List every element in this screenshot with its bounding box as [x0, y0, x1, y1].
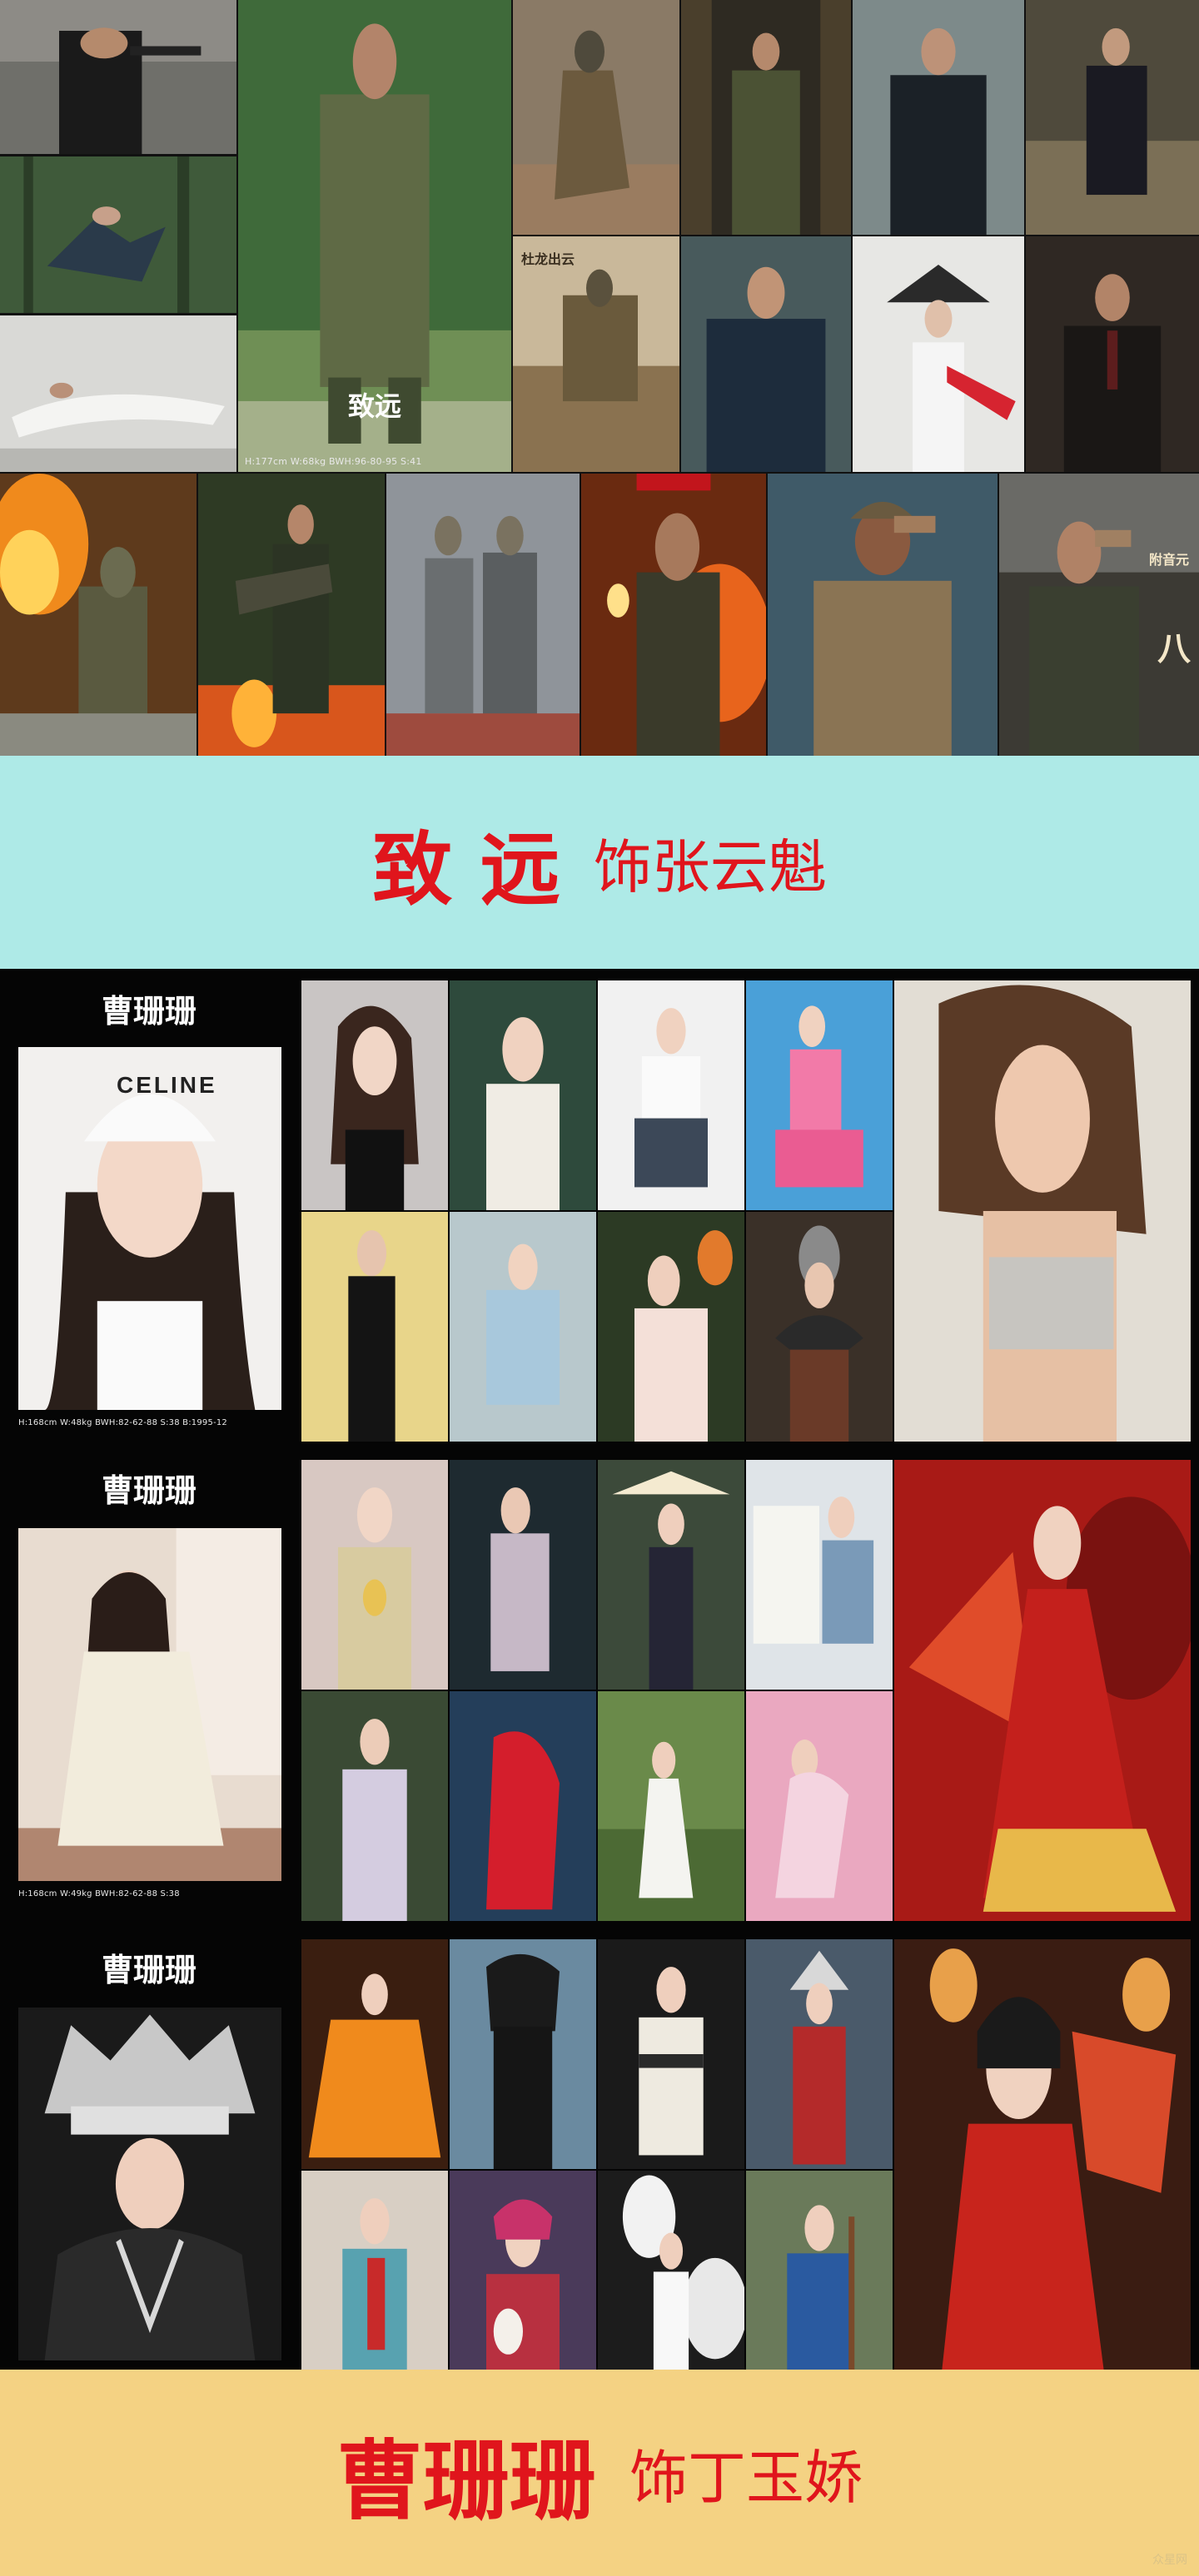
- photo-actor-camo-main: 致远 H:177cm W:68kg BWH:96-80-95 S:41: [238, 0, 511, 472]
- photo-actress-r1-a: [301, 980, 448, 1210]
- photo-actor-navy-shirt: [681, 236, 851, 472]
- photo-actress-r2-d: [746, 1460, 893, 1690]
- photo-actress-r1-g: [598, 1212, 744, 1442]
- photo-actress-r3-a: [301, 1939, 448, 2169]
- photo-actress-beige-dress: [18, 1528, 281, 1881]
- photo-actor-bamboo-hat: [853, 236, 1024, 472]
- photo-actor-officer-uniform: [681, 0, 851, 235]
- photo-actress-r1-b: [450, 980, 596, 1210]
- photo-actress-r2-c: [598, 1460, 744, 1690]
- photo-actress-r1-h: [746, 1212, 893, 1442]
- photo-actress-r1-f: [450, 1212, 596, 1442]
- photo-actor-soldier-water: [513, 0, 679, 235]
- banner-role-name: 饰张云魁: [593, 832, 827, 901]
- banner-actor-name: 致 远: [372, 821, 560, 916]
- photo-actress-silver-headdress: [18, 2008, 281, 2360]
- actress-name-2: 曹珊珊: [101, 1472, 197, 1509]
- photo-actor-suit-tie: [1026, 236, 1199, 472]
- actor-name-label: 致远: [347, 390, 401, 422]
- actress-name-1: 曹珊珊: [101, 993, 197, 1030]
- photo-actress-r3-f: [450, 2171, 596, 2370]
- photo-war-poster-salute: 附音元 八: [999, 474, 1199, 756]
- role-banner-2: 曹珊珊 饰丁玉娇 众星网: [0, 2370, 1199, 2576]
- photo-actress-r2-a: [301, 1460, 448, 1690]
- photo-actor-dark-suit: [853, 0, 1024, 235]
- photo-actor-dark-shirt: [1026, 0, 1199, 235]
- actor-stats: H:177cm W:68kg BWH:96-80-95 S:41: [245, 456, 422, 467]
- poster-title-c: 杜龙出云: [521, 251, 575, 267]
- photo-actress-r1-d: [746, 980, 893, 1210]
- photo-actress-r2-e: [301, 1691, 448, 1921]
- cap-logo: CELINE: [117, 1072, 217, 1098]
- photo-actress-white-cap: CELINE: [18, 1047, 281, 1410]
- photo-actress-r3-b: [450, 1939, 596, 2169]
- banner-actor-name-2: 曹珊珊: [336, 2429, 596, 2532]
- photo-actress-r1-large: [894, 980, 1191, 1442]
- photo-actor-white-robe: [0, 315, 236, 472]
- photo-actress-r2-g: [598, 1691, 744, 1921]
- photo-actress-r3-g: [598, 2171, 744, 2370]
- watermark-logo: 众星网: [1152, 2554, 1187, 2567]
- photo-actress-r3-c: [598, 1939, 744, 2169]
- photo-actress-r3-h: [746, 2171, 893, 2370]
- actress-name-3: 曹珊珊: [101, 1952, 197, 1988]
- photo-war-charge: [386, 474, 580, 756]
- photo-actress-r2-f: [450, 1691, 596, 1921]
- photo-war-carry: [198, 474, 385, 756]
- photo-war-gun-fire: [581, 474, 766, 756]
- role-banner-1: 致 远 饰张云魁: [0, 756, 1199, 969]
- photo-war-salute-helmet: [768, 474, 998, 756]
- photo-actress-r1-e: [301, 1212, 448, 1442]
- photo-actress-r3-d: [746, 1939, 893, 2169]
- poster-title-a: 附音元: [1148, 552, 1189, 568]
- photo-actress-r2-large: [894, 1460, 1191, 1921]
- photo-actress-r1-c: [598, 980, 744, 1210]
- photo-war-fire: [0, 474, 197, 756]
- actress-collage: 曹珊珊 CELINE H:168cm W:48kg BWH:82-62-88 S…: [0, 969, 1199, 2370]
- photo-actor-police: [0, 0, 236, 154]
- banner-role-name-2: 饰丁玉娇: [629, 2443, 863, 2512]
- photo-actress-r2-h: [746, 1691, 893, 1921]
- poster-title-b: 八: [1157, 629, 1191, 668]
- actor-collage: 致远 H:177cm W:68kg BWH:96-80-95 S:41 杜龙出云: [0, 0, 1199, 756]
- photo-actress-r3-large: [894, 1939, 1191, 2370]
- photo-actress-r2-b: [450, 1460, 596, 1690]
- photo-actress-r3-e: [301, 2171, 448, 2370]
- photo-actor-sword-forest: [0, 156, 236, 313]
- photo-actor-tank-soldier: 杜龙出云: [513, 236, 679, 472]
